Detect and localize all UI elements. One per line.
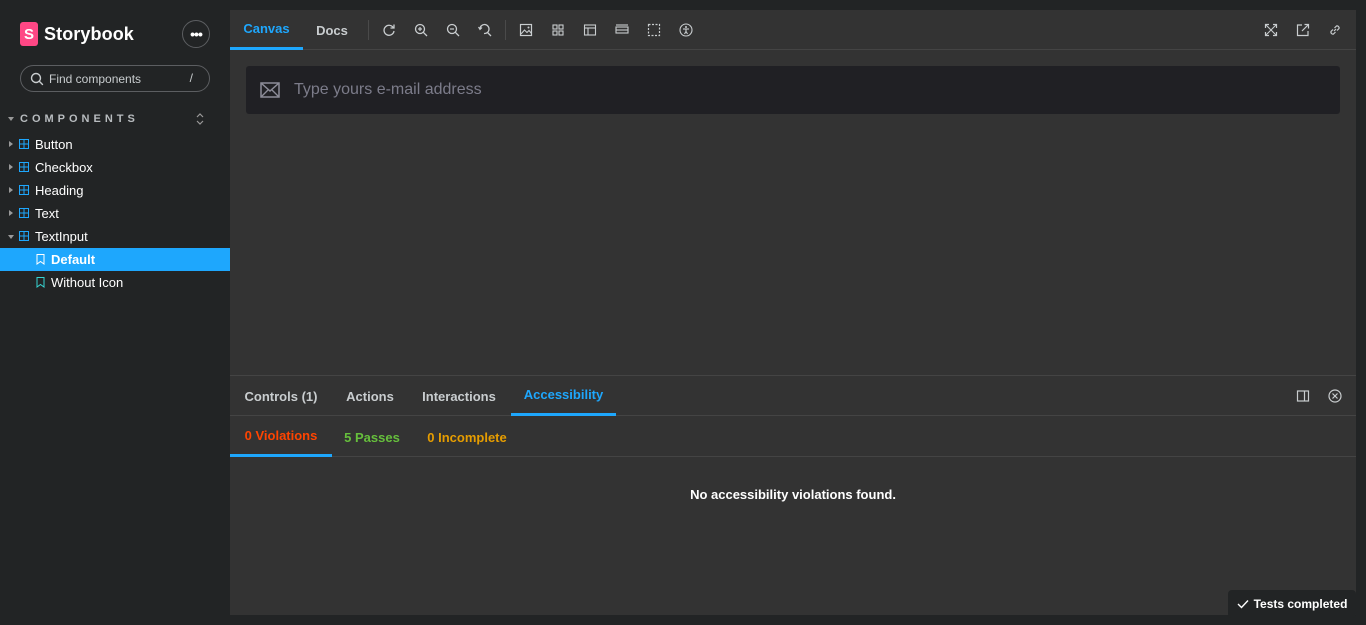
- accessibility-icon[interactable]: [679, 23, 693, 37]
- tab-docs[interactable]: Docs: [303, 10, 361, 50]
- grid-icon[interactable]: [551, 23, 565, 37]
- toolbar-divider: [368, 20, 369, 40]
- envelope-icon: [260, 82, 280, 98]
- brand-name: Storybook: [44, 23, 134, 44]
- chevron-right-icon: [9, 210, 13, 216]
- measure-icon[interactable]: [615, 23, 629, 37]
- tree-item-label: Button: [35, 137, 73, 152]
- story-item-default[interactable]: Default: [0, 248, 230, 271]
- search-input[interactable]: [49, 70, 189, 88]
- component-icon: [19, 139, 29, 149]
- email-input[interactable]: [294, 78, 1294, 102]
- zoom-in-icon[interactable]: [414, 23, 428, 37]
- tree-item-label: Text: [35, 206, 59, 221]
- panel-tabs: Controls (1) Actions Interactions Access…: [230, 376, 1356, 416]
- accessibility-message: No accessibility violations found.: [690, 487, 896, 502]
- zoom-reset-icon[interactable]: [478, 23, 492, 37]
- accessibility-result-tabs: 0 Violations 5 Passes 0 Incomplete: [230, 417, 1356, 457]
- tree-item-text[interactable]: Text: [0, 202, 230, 225]
- section-title: COMPONENTS: [20, 113, 139, 125]
- search-box[interactable]: /: [20, 65, 210, 92]
- component-icon: [19, 162, 29, 172]
- chevron-right-icon: [9, 164, 13, 170]
- email-text-input[interactable]: [246, 66, 1340, 114]
- components-section-header[interactable]: COMPONENTS: [8, 112, 208, 126]
- tree-item-textinput[interactable]: TextInput: [0, 225, 230, 248]
- tab-interactions[interactable]: Interactions: [408, 376, 510, 416]
- chevron-right-icon: [9, 141, 13, 147]
- component-icon: [19, 185, 29, 195]
- tab-canvas[interactable]: Canvas: [230, 10, 303, 50]
- tab-accessibility[interactable]: Accessibility: [511, 376, 616, 416]
- storybook-logo-icon: S: [20, 22, 38, 46]
- component-tree: Button Checkbox Heading Text TextInput D…: [0, 133, 230, 294]
- background-icon[interactable]: [519, 23, 533, 37]
- tree-item-checkbox[interactable]: Checkbox: [0, 156, 230, 179]
- reload-icon[interactable]: [382, 23, 396, 37]
- open-new-tab-icon[interactable]: [1296, 23, 1310, 37]
- tree-item-label: TextInput: [35, 229, 88, 244]
- sidebar: S Storybook ••• / COMPONENTS Button Chec…: [0, 0, 230, 625]
- close-icon[interactable]: [1328, 389, 1342, 403]
- tab-violations[interactable]: 0 Violations: [230, 417, 332, 457]
- checkmark-icon: [1237, 600, 1249, 609]
- copy-link-icon[interactable]: [1328, 23, 1342, 37]
- story-item-label: Without Icon: [51, 275, 124, 290]
- tab-passes[interactable]: 5 Passes: [332, 417, 412, 457]
- fullscreen-icon[interactable]: [1264, 23, 1278, 37]
- main-area: Canvas Docs Controls (1): [230, 10, 1356, 615]
- bookmark-icon: [36, 254, 45, 265]
- addons-panel: Controls (1) Actions Interactions Access…: [230, 375, 1356, 615]
- menu-button[interactable]: •••: [182, 20, 210, 48]
- brand[interactable]: S Storybook: [20, 22, 134, 46]
- component-icon: [19, 208, 29, 218]
- toolbar: Canvas Docs: [230, 10, 1356, 50]
- story-item-label: Default: [51, 252, 96, 267]
- tab-incomplete[interactable]: 0 Incomplete: [412, 417, 522, 457]
- tests-status-badge: Tests completed: [1228, 590, 1356, 618]
- tab-actions[interactable]: Actions: [332, 376, 408, 416]
- tree-item-button[interactable]: Button: [0, 133, 230, 156]
- chevron-right-icon: [9, 187, 13, 193]
- tree-item-label: Checkbox: [35, 160, 93, 175]
- panel-orientation-icon[interactable]: [1296, 389, 1310, 403]
- tab-controls[interactable]: Controls (1): [230, 376, 332, 416]
- outline-icon[interactable]: [647, 23, 661, 37]
- tree-item-heading[interactable]: Heading: [0, 179, 230, 202]
- tree-item-label: Heading: [35, 183, 84, 198]
- zoom-out-icon[interactable]: [446, 23, 460, 37]
- bookmark-icon: [36, 277, 45, 288]
- search-shortcut-key: /: [189, 71, 193, 85]
- canvas-preview: [230, 51, 1356, 375]
- story-item-without-icon[interactable]: Without Icon: [0, 271, 230, 294]
- expand-collapse-icon[interactable]: [194, 112, 206, 126]
- chevron-down-icon: [8, 235, 14, 239]
- search-icon: [30, 72, 44, 86]
- viewport-icon[interactable]: [583, 23, 597, 37]
- chevron-down-icon: [8, 117, 14, 121]
- component-icon: [19, 231, 29, 241]
- toolbar-divider: [505, 20, 506, 40]
- status-label: Tests completed: [1253, 597, 1348, 611]
